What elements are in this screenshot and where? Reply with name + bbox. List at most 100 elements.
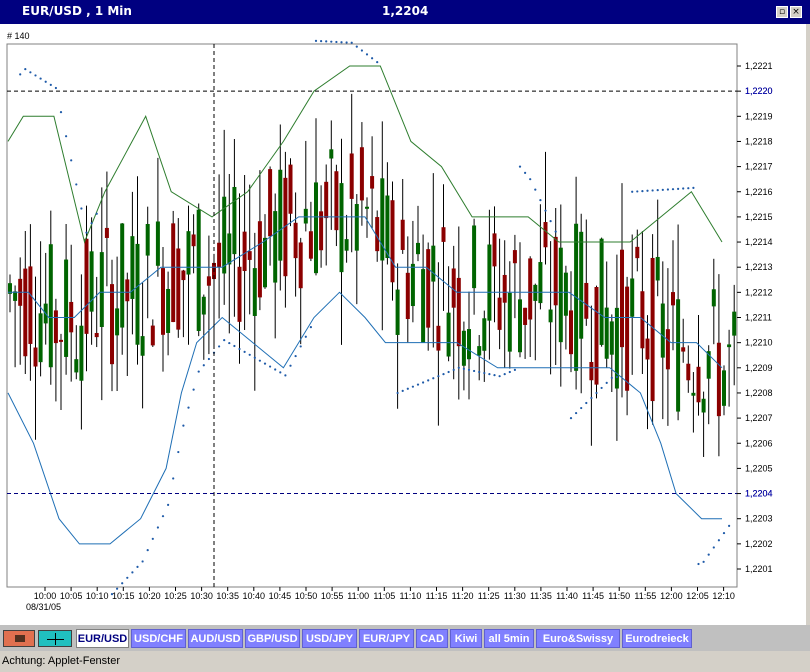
candle-body xyxy=(278,169,283,261)
tab-all-5min[interactable]: all 5min xyxy=(484,629,534,648)
candle-body xyxy=(650,257,655,402)
pan-tool-button[interactable] xyxy=(3,630,35,647)
candle-body xyxy=(33,347,38,367)
sar-dot xyxy=(590,396,593,400)
tab-gbp-usd[interactable]: GBP/USD xyxy=(245,629,300,648)
x-tick-label: 11:05 xyxy=(373,591,395,601)
tab-euro-swissy[interactable]: Euro&Swissy xyxy=(536,629,620,648)
sar-dot xyxy=(279,371,282,374)
sar-dot xyxy=(202,364,205,367)
sar-dot xyxy=(682,187,685,190)
candle-body xyxy=(589,361,594,381)
window-price: 1,2204 xyxy=(382,4,429,18)
sar-dot xyxy=(238,347,241,351)
candle-body xyxy=(523,307,528,325)
candle-body xyxy=(655,256,660,281)
candle-body xyxy=(334,171,339,231)
x-axis: 10:00 10:05 10:10 10:15 10:20 10:25 10:30 10:35… xyxy=(34,587,735,601)
candle-body xyxy=(691,392,696,396)
candle-body xyxy=(645,338,650,360)
candle-body xyxy=(186,231,191,275)
sar-dot xyxy=(187,406,190,409)
candle-body xyxy=(74,359,79,373)
tab-eur-usd[interactable]: EUR/USD xyxy=(76,629,129,648)
candle-body xyxy=(263,237,267,288)
sar-dot xyxy=(192,388,195,391)
sar-dot xyxy=(110,593,114,596)
candle-body xyxy=(681,347,686,352)
candle-body xyxy=(472,225,477,289)
crosshair-tool-button[interactable] xyxy=(38,630,72,647)
candle-body xyxy=(716,342,721,417)
candle-body xyxy=(293,222,298,259)
sar-dot xyxy=(146,549,149,552)
sar-dot xyxy=(539,199,542,202)
x-tick-label: 10:55 xyxy=(321,591,344,601)
x-tick-label: 11:35 xyxy=(530,591,552,601)
price-chart[interactable]: # 140 08/31/05 1,2201 1,2202 1,2203 1,2204 1… xyxy=(0,24,806,624)
sar-dot xyxy=(294,354,297,358)
sar-dot xyxy=(24,68,27,71)
sar-dot xyxy=(544,209,547,212)
tab-usd-chf[interactable]: USD/CHF xyxy=(131,629,186,648)
candle-body xyxy=(543,222,548,248)
candle-body xyxy=(518,299,522,353)
candle-body xyxy=(558,247,563,343)
tab-eurodreieck[interactable]: Eurodreieck xyxy=(622,629,692,648)
candle-body xyxy=(120,223,125,328)
y-tick-label: 1,2201 xyxy=(745,564,773,574)
sar-dot xyxy=(330,40,333,43)
candle-body xyxy=(477,346,482,356)
candle-body xyxy=(171,223,176,323)
tab-usd-jpy[interactable]: USD/JPY xyxy=(302,629,357,648)
sar-dot xyxy=(508,370,511,374)
window-title: EUR/USD , 1 Min xyxy=(22,4,132,18)
candle-body xyxy=(125,279,130,302)
candle-body xyxy=(512,250,517,264)
sar-dot xyxy=(569,417,573,420)
tab-cad[interactable]: CAD xyxy=(416,629,448,648)
candle-body xyxy=(701,398,706,413)
x-tick-label: 11:45 xyxy=(582,591,604,601)
sar-dot xyxy=(258,359,261,362)
chart-area[interactable]: # 140 08/31/05 1,2201 1,2202 1,2203 1,2204 1… xyxy=(0,24,806,624)
sar-dot xyxy=(427,379,430,382)
candle-body xyxy=(227,233,232,265)
candle-body xyxy=(161,268,165,335)
tab-eur-jpy[interactable]: EUR/JPY xyxy=(359,629,414,648)
y-tick-label: 1,2213 xyxy=(745,262,773,272)
candle-body xyxy=(84,238,89,334)
tab-aud-usd[interactable]: AUD/USD xyxy=(188,629,243,648)
candle-body xyxy=(533,284,538,301)
sar-dot xyxy=(121,582,124,585)
candle-body xyxy=(354,204,359,251)
candle-body xyxy=(298,242,303,289)
sar-dot xyxy=(85,231,88,234)
sar-dot xyxy=(136,565,139,569)
sar-dot xyxy=(524,171,527,174)
sar-dot xyxy=(722,531,726,535)
sar-dot xyxy=(371,57,374,60)
sar-dot xyxy=(360,49,363,52)
candle-body xyxy=(23,268,28,357)
candle-body xyxy=(38,313,43,363)
sar-dot xyxy=(126,576,129,579)
sar-dot xyxy=(156,526,159,529)
date-label: 08/31/05 xyxy=(26,602,61,612)
x-tick-label: 10:40 xyxy=(243,591,266,601)
candle-body xyxy=(232,186,237,255)
candle-body xyxy=(140,336,145,356)
sar-dot xyxy=(44,80,47,83)
candle-body xyxy=(482,318,487,351)
candle-body xyxy=(630,278,635,317)
candle-body xyxy=(553,236,558,306)
x-tick-label: 11:20 xyxy=(452,591,474,601)
x-tick-label: 11:00 xyxy=(347,591,369,601)
candle-body xyxy=(308,231,313,259)
sar-dot xyxy=(575,411,578,415)
candle-body xyxy=(273,211,278,283)
tab-kiwi[interactable]: Kiwi xyxy=(450,629,482,648)
restore-icon[interactable]: ▫ xyxy=(776,6,788,18)
close-icon[interactable]: × xyxy=(790,6,802,18)
candle-body xyxy=(579,231,584,339)
